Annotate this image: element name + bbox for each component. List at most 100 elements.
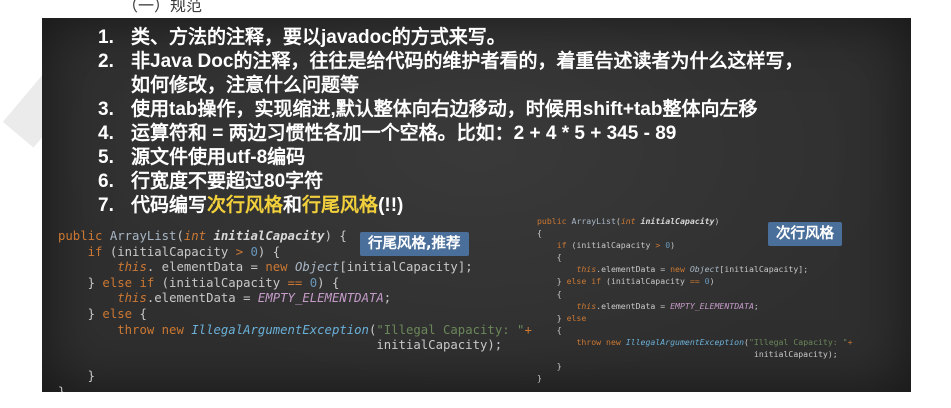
code-token: ) <box>670 240 676 251</box>
rule-item-5: 5. 源文件使用utf-8编码 <box>98 146 803 170</box>
code-token: { <box>537 252 562 263</box>
rule-text: 使用tab操作，实现缩进,默认整体向右边移动，时候用shift+tab整体向左移 <box>131 99 758 120</box>
code-token: [initialCapacity]; <box>719 264 809 275</box>
code-token: IllegalArgumentException <box>191 322 369 337</box>
code-token: int <box>183 229 214 243</box>
code-token: ArrayList <box>109 229 177 243</box>
code-line: public ArrayList(int initialCapacity) { <box>58 229 347 243</box>
code-token: .elementData = <box>596 264 671 275</box>
code-token: == <box>287 275 310 290</box>
code-line: if (initialCapacity > 0) <box>537 240 675 250</box>
code-line: public ArrayList(int initialCapacity) <box>537 216 719 226</box>
code-token: initialCapacity); <box>537 349 838 360</box>
code-line: this.elementData = EMPTY_ELEMENTDATA; <box>58 291 391 305</box>
code-token: this <box>117 260 147 275</box>
code-token: (initialCapacity <box>109 244 236 259</box>
rule-text: 类、方法的注释，要以javadoc的方式来写。 <box>131 27 506 48</box>
code-token: else if <box>102 275 162 290</box>
code-token: this <box>117 291 147 306</box>
code-token: [initialCapacity]; <box>339 260 473 275</box>
code-token: { <box>139 306 147 321</box>
code-token: if <box>87 244 110 259</box>
rule-highlight-next-line-style: 次行风格 <box>207 195 284 216</box>
rule-number: 2. <box>98 51 114 72</box>
code-token: ) { <box>317 275 340 290</box>
rule-item-2-continued: 如何修改，注意什么问题等 <box>98 74 803 98</box>
code-token: throw new <box>576 336 626 347</box>
rule-number: 3. <box>98 99 114 120</box>
code-token: else <box>102 306 140 321</box>
rule-item-2: 2. 非Java Doc的注释，往往是给代码的维护者看的，着重告述读者为什么这样写… <box>98 50 803 74</box>
rule-highlight-end-of-line-style: 行尾风格 <box>302 195 379 216</box>
code-token: ) <box>714 216 720 226</box>
code-token: Object <box>689 264 720 275</box>
code-line: initialCapacity); <box>58 338 502 352</box>
rule-text-mid: 和 <box>283 195 303 216</box>
rule-item-3: 3. 使用tab操作，实现缩进,默认整体向右边移动，时候用shift+tab整体向… <box>98 98 803 122</box>
code-line: throw new IllegalArgumentException("Ille… <box>58 323 532 337</box>
code-token: EMPTY_ELEMENTDATA <box>670 300 754 311</box>
code-token: "Illegal Capacity: " <box>748 336 848 347</box>
rule-item-6: 6. 行宽度不要超过80字符 <box>98 170 803 194</box>
code-line: { <box>537 252 562 262</box>
code-token: new <box>265 260 295 275</box>
code-token: } <box>537 373 542 384</box>
code-token: } <box>58 384 66 392</box>
code-token: + <box>847 336 853 347</box>
code-line: this.elementData = new Object[initialCap… <box>537 264 808 274</box>
rule-text: 如何修改，注意什么问题等 <box>131 75 360 96</box>
code-token: Object <box>294 260 340 275</box>
code-token: ; <box>383 291 392 306</box>
code-line: } else if (initialCapacity == 0) <box>537 276 715 286</box>
code-line: } else { <box>58 307 147 321</box>
rule-text-suffix: (!!) <box>378 195 404 216</box>
code-token: { <box>537 228 542 239</box>
code-token: int <box>620 216 641 226</box>
code-token: . elementData = <box>146 260 266 275</box>
code-line: { <box>537 228 542 238</box>
code-token: initialCapacity <box>213 229 325 243</box>
code-line: throw new IllegalArgumentException("Ille… <box>537 336 853 347</box>
code-token: } <box>58 306 103 321</box>
code-token: this <box>576 300 597 311</box>
code-token: == <box>689 276 705 287</box>
code-token: ) { <box>257 244 281 259</box>
code-token: else <box>566 312 587 323</box>
code-token: > <box>235 244 251 259</box>
rule-number: 1. <box>98 27 114 48</box>
code-token: } <box>537 361 562 372</box>
code-token: ) { <box>324 229 347 243</box>
code-token: throw new <box>117 322 192 337</box>
code-token: } <box>537 276 567 287</box>
rule-text: 运算符和 = 两边习惯性各加一个空格。比如：2 + 4 * 5 + 345 - … <box>131 123 677 144</box>
code-token: (initialCapacity <box>571 240 656 251</box>
code-token: this <box>576 264 597 275</box>
code-line: if (initialCapacity > 0) { <box>58 244 281 259</box>
code-line: this.elementData = EMPTY_ELEMENTDATA; <box>537 300 759 311</box>
rule-text: 非Java Doc的注释，往往是给代码的维护者看的，着重告述读者为什么这样写， <box>131 51 804 72</box>
code-line: } else if (initialCapacity == 0) { <box>58 275 340 290</box>
code-line: } <box>58 369 95 383</box>
code-token: IllegalArgumentException <box>625 336 745 347</box>
page-header-text: （一）规范 <box>122 0 203 15</box>
code-line: { <box>537 289 562 299</box>
label-end-of-line-recommended: 行尾风格,推荐 <box>360 232 469 256</box>
code-token: (initialCapacity <box>161 275 288 290</box>
rule-number: 6. <box>98 171 114 192</box>
code-token: ( <box>176 229 184 243</box>
code-token: ArrayList <box>571 216 616 226</box>
code-token: (initialCapacity <box>606 276 690 287</box>
code-token: else if <box>566 276 607 287</box>
code-token: EMPTY_ELEMENTDATA <box>257 291 384 306</box>
rule-text-prefix: 代码编写 <box>131 195 208 216</box>
code-token: > <box>655 240 666 251</box>
code-token: ; <box>753 300 759 311</box>
code-token: } <box>58 369 96 384</box>
code-token: initialCapacity); <box>58 338 503 353</box>
code-token: initialCapacity <box>640 216 715 226</box>
